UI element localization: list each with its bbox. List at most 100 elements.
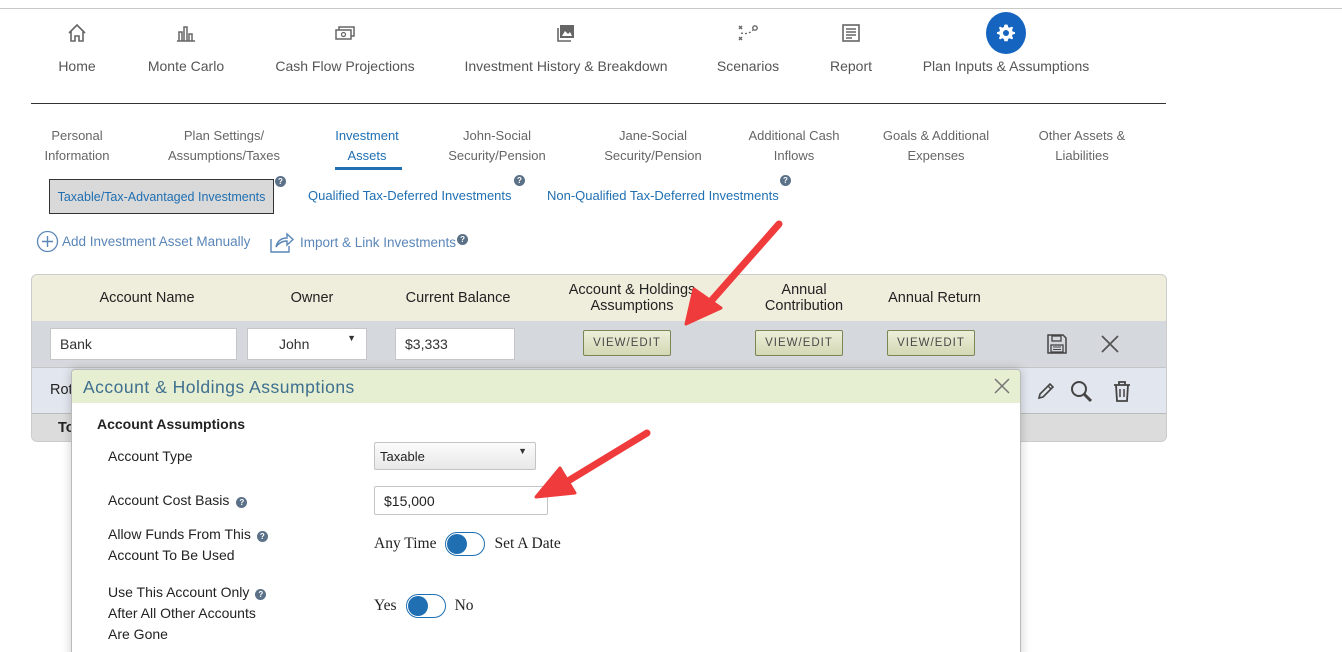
modal-header: Account & Holdings Assumptions	[72, 370, 1020, 403]
nav-monte-carlo[interactable]: Monte Carlo	[146, 12, 226, 88]
subtab-line: Inflows	[773, 148, 815, 163]
cost-basis-input[interactable]: $15,000	[374, 486, 548, 515]
label-line: Use This Account Only	[108, 584, 250, 600]
pencil-icon[interactable]	[1034, 379, 1058, 403]
search-icon[interactable]	[1068, 378, 1094, 404]
nav-scenarios-label: Scenarios	[716, 58, 780, 74]
modal-title: Account & Holdings Assumptions	[83, 377, 355, 397]
subtab-line: John-Social	[463, 128, 531, 143]
help-icon[interactable]: ?	[457, 233, 469, 245]
active-subtab-indicator	[335, 167, 402, 170]
main-nav: Home Monte Carlo Cash Flow Projections I…	[0, 12, 1170, 92]
use-only-toggle[interactable]	[405, 594, 446, 618]
col-contribution-line: Contribution	[764, 298, 844, 314]
nav-home[interactable]: Home	[57, 12, 97, 88]
current-balance-input[interactable]: $3,333	[395, 328, 515, 360]
holdings-assumptions-modal: Account & Holdings Assumptions Account A…	[71, 369, 1021, 652]
subtab-line: Investment	[335, 128, 399, 143]
nav-cash-flow[interactable]: Cash Flow Projections	[275, 12, 415, 88]
col-owner: Owner	[290, 290, 334, 306]
subtab-line: Assumptions/Taxes	[168, 148, 280, 163]
allow-funds-label: Allow Funds From This ? Account To Be Us…	[108, 524, 268, 566]
report-icon	[831, 12, 871, 54]
allow-funds-toggle-row: Any Time Set A Date	[374, 532, 561, 556]
allow-funds-toggle[interactable]	[445, 532, 486, 556]
subtab-plan-settings[interactable]: Plan Settings/ Assumptions/Taxes	[160, 126, 288, 166]
share-icon	[268, 230, 296, 254]
help-icon[interactable]: ?	[514, 175, 525, 186]
col-contribution-line: Annual	[781, 282, 827, 298]
save-icon[interactable]	[1045, 332, 1069, 356]
subtab-line: Goals & Additional	[882, 128, 990, 143]
toggle-knob	[407, 596, 428, 616]
image-icon	[546, 12, 586, 54]
nav-cash-flow-label: Cash Flow Projections	[275, 58, 415, 74]
return-view-edit-button[interactable]: VIEW/EDIT	[887, 330, 975, 356]
import-link-investments-link[interactable]: Import & Link Investments ?	[268, 230, 469, 254]
tab-label: Non-Qualified Tax-Deferred Investments	[547, 188, 779, 203]
col-annual-contribution: Annual Contribution	[744, 275, 864, 321]
nav-report[interactable]: Report	[829, 12, 873, 88]
account-name-input[interactable]: Bank	[50, 328, 237, 360]
cost-basis-label-wrap: Account Cost Basis ?	[108, 490, 248, 511]
col-holdings-line: Account & Holdings	[568, 282, 696, 298]
home-icon	[57, 12, 97, 54]
table-header: Account Name Owner Current Balance Accou…	[32, 275, 1166, 321]
nav-plan-inputs[interactable]: Plan Inputs & Assumptions	[922, 12, 1090, 88]
account-type-select[interactable]: Taxable ▼	[374, 442, 536, 470]
subtab-john-social-security[interactable]: John-Social Security/Pension	[440, 126, 554, 166]
close-icon[interactable]	[992, 376, 1012, 396]
help-icon[interactable]: ?	[236, 497, 248, 508]
nav-investment-history-label: Investment History & Breakdown	[464, 58, 668, 74]
nav-plan-inputs-icon-wrap	[986, 12, 1026, 54]
contribution-view-edit-button[interactable]: VIEW/EDIT	[755, 330, 843, 356]
tab-non-qualified-tax-deferred[interactable]: Non-Qualified Tax-Deferred Investments	[547, 188, 779, 203]
label-line: Account To Be Used	[108, 547, 235, 563]
label-line: Allow Funds From This	[108, 526, 251, 542]
holdings-view-edit-button[interactable]: VIEW/EDIT	[583, 330, 671, 356]
subtab-line: Jane-Social	[619, 128, 687, 143]
col-holdings-assumptions: Account & Holdings Assumptions	[552, 275, 712, 321]
use-only-label: Use This Account Only ? After All Other …	[108, 582, 267, 645]
subtab-line: Additional Cash	[748, 128, 840, 143]
nav-monte-carlo-label: Monte Carlo	[147, 58, 225, 74]
subtab-line: Security/Pension	[604, 148, 702, 163]
tab-qualified-tax-deferred[interactable]: Qualified Tax-Deferred Investments	[308, 188, 512, 203]
add-investment-label: Add Investment Asset Manually	[62, 234, 251, 249]
col-holdings-line: Assumptions	[590, 298, 674, 314]
owner-select[interactable]: John ▼	[247, 328, 367, 360]
subtab-goals-expenses[interactable]: Goals & Additional Expenses	[876, 126, 996, 166]
nav-investment-history[interactable]: Investment History & Breakdown	[464, 12, 668, 88]
col-annual-return: Annual Return	[888, 290, 981, 306]
toggle-right-label: Set A Date	[494, 535, 561, 552]
help-icon[interactable]: ?	[256, 531, 268, 542]
nav-report-label: Report	[829, 58, 873, 74]
subtab-other-assets[interactable]: Other Assets & Liabilities	[1030, 126, 1134, 166]
nav-scenarios[interactable]: Scenarios	[716, 12, 780, 88]
label-line: Are Gone	[108, 626, 168, 642]
add-investment-manually-link[interactable]: Add Investment Asset Manually	[36, 230, 250, 253]
toggle-right-label: No	[454, 597, 474, 614]
subtab-line: Expenses	[907, 148, 965, 163]
subtab-line: Assets	[347, 148, 387, 163]
gear-icon	[986, 12, 1026, 54]
account-name-cell: Rot	[50, 382, 73, 398]
caret-down-icon: ▼	[347, 333, 356, 343]
subtab-line: Information	[44, 148, 110, 163]
subtab-line: Other Assets &	[1038, 128, 1126, 143]
help-icon[interactable]: ?	[275, 176, 286, 187]
subtab-investment-assets[interactable]: Investment Assets	[329, 126, 405, 166]
col-current-balance: Current Balance	[405, 290, 511, 306]
help-icon[interactable]: ?	[780, 175, 791, 186]
subtab-line: Liabilities	[1055, 148, 1109, 163]
subtab-jane-social-security[interactable]: Jane-Social Security/Pension	[596, 126, 710, 166]
subtab-personal-information[interactable]: Personal Information	[37, 126, 117, 166]
tab-taxable-investments[interactable]: Taxable/Tax-Advantaged Investments	[49, 179, 274, 214]
help-icon[interactable]: ?	[255, 589, 267, 600]
trash-icon[interactable]	[1110, 378, 1134, 404]
close-icon[interactable]	[1098, 332, 1122, 356]
subtab-additional-cash-inflows[interactable]: Additional Cash Inflows	[744, 126, 844, 166]
toggle-left-label: Any Time	[374, 535, 437, 552]
label-line: After All Other Accounts	[108, 605, 256, 621]
subtab-line: Personal	[51, 128, 103, 143]
